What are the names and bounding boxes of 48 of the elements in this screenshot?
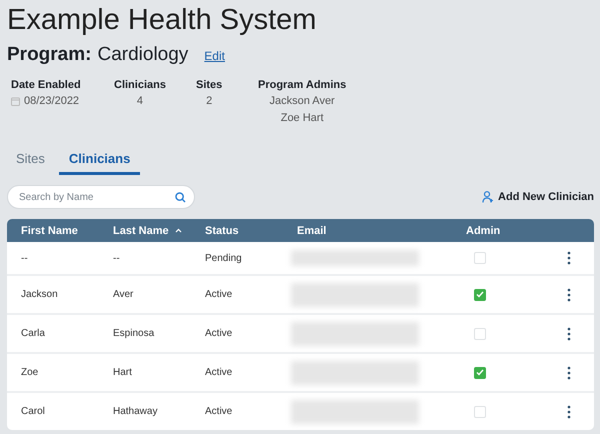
column-header[interactable]: Last Name — [113, 224, 182, 236]
tab[interactable]: Sites — [16, 147, 45, 175]
more-options-icon[interactable] — [566, 404, 572, 418]
add-clinician-button[interactable]: Add New Clinician — [482, 191, 594, 203]
table-cell: Pending — [205, 252, 242, 264]
user-add-icon — [482, 191, 494, 203]
table-cell: -- — [21, 252, 28, 264]
more-options-icon[interactable] — [566, 251, 572, 265]
stat-value: Zoe Hart — [280, 111, 324, 126]
table-cell: Active — [205, 367, 232, 378]
table-cell: Active — [205, 328, 232, 339]
more-options-icon[interactable] — [566, 288, 572, 302]
search-field[interactable]: Search by Name — [7, 185, 195, 209]
column-header[interactable]: Email — [297, 224, 326, 236]
column-header[interactable]: Admin — [466, 224, 500, 236]
stat-label: Date Enabled — [11, 78, 81, 93]
program-label: Program: — [7, 44, 92, 66]
admin-checkbox[interactable] — [474, 288, 486, 300]
search-input[interactable]: Search by Name — [17, 190, 175, 204]
table-cell: Hathaway — [113, 406, 158, 417]
stat-value: 4 — [136, 94, 144, 109]
stat-label: Program Admins — [258, 78, 346, 93]
search-icon — [175, 192, 186, 202]
stat-value: 2 — [206, 94, 212, 109]
table-cell: Espinosa — [113, 328, 154, 339]
column-header[interactable]: First Name — [21, 224, 78, 236]
admin-checkbox[interactable] — [474, 366, 486, 378]
page-title: Example Health System — [7, 3, 318, 38]
program-name: Cardiology — [97, 44, 188, 66]
stat-label: Sites — [196, 78, 222, 93]
calendar-icon — [11, 97, 20, 106]
stat-label: Clinicians — [114, 78, 166, 93]
table-cell: Carla — [21, 328, 45, 339]
table-cell: Hart — [113, 367, 132, 378]
edit-link[interactable]: Edit — [204, 49, 225, 63]
table-cell: Jackson — [21, 289, 58, 300]
table-cell: Aver — [113, 289, 134, 300]
more-options-icon[interactable] — [566, 326, 572, 340]
table-cell: Active — [205, 289, 232, 300]
tab[interactable]: Clinicians — [58, 147, 140, 175]
table-cell: Carol — [21, 406, 45, 417]
table-cell: Zoe — [21, 367, 38, 378]
stat-value: 08/23/2022 — [24, 94, 80, 109]
more-options-icon[interactable] — [566, 366, 572, 380]
table-cell: Active — [205, 406, 232, 417]
stat-value: Jackson Aver — [270, 94, 335, 109]
column-header[interactable]: Status — [205, 224, 239, 236]
table-cell: -- — [113, 252, 120, 264]
